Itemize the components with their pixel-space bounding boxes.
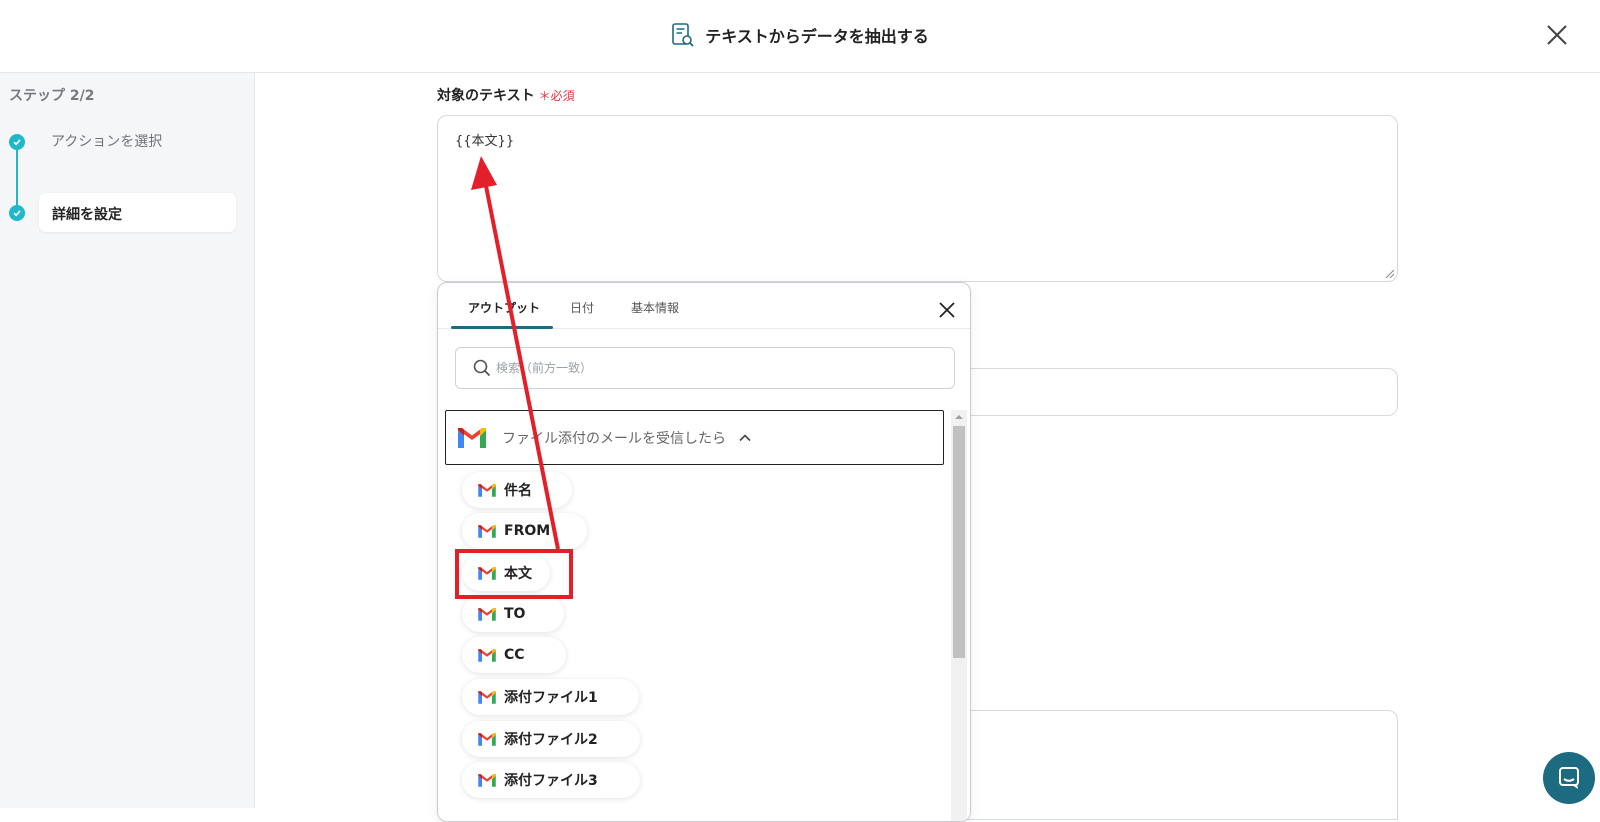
output-item-label: 添付ファイル1	[504, 690, 598, 706]
step-configure-details[interactable]: 詳細を設定	[52, 204, 122, 224]
output-item-chip[interactable]: FROM	[462, 513, 587, 549]
search-box[interactable]	[455, 347, 955, 389]
target-text-textarea[interactable]: {{本文}}	[437, 115, 1398, 282]
annotation-highlight-box	[455, 549, 573, 599]
gmail-icon	[478, 732, 496, 746]
scroll-up-arrow-icon[interactable]	[954, 412, 964, 422]
output-item-label: FROM	[504, 523, 551, 539]
output-item-label: 添付ファイル2	[504, 732, 598, 748]
step-count: ステップ 2/2	[9, 88, 95, 104]
resize-grip-icon[interactable]	[1384, 268, 1394, 278]
output-item-chip[interactable]: 添付ファイル3	[462, 762, 640, 798]
output-group-label: ファイル添付のメールを受信したら	[502, 430, 726, 447]
search-input[interactable]	[496, 349, 936, 387]
gmail-icon	[478, 524, 496, 538]
modal-header: テキストからデータを抽出する	[0, 0, 1600, 73]
search-icon	[473, 359, 491, 377]
output-item-chip[interactable]: 添付ファイル2	[462, 721, 640, 757]
output-group-header[interactable]: ファイル添付のメールを受信したら	[445, 410, 944, 465]
close-icon[interactable]	[1544, 22, 1570, 48]
output-item-chip[interactable]: 添付ファイル1	[462, 679, 639, 715]
active-tab-indicator	[451, 326, 553, 329]
gmail-icon	[478, 607, 496, 621]
step-done-check-icon	[9, 134, 25, 150]
step-current-check-icon	[9, 205, 25, 221]
popup-tabs: アウトプット 日付 基本情報	[438, 283, 970, 329]
output-item-label: 添付ファイル3	[504, 773, 598, 789]
target-text-value: {{本文}}	[455, 134, 515, 149]
required-mark: ＊必須	[538, 89, 575, 103]
gmail-icon	[478, 648, 496, 662]
background-textarea-field[interactable]	[940, 710, 1398, 820]
output-item-label: 件名	[504, 483, 532, 499]
output-item-chip[interactable]: TO	[462, 596, 564, 632]
gmail-icon	[458, 427, 486, 448]
gmail-icon	[478, 483, 496, 497]
chat-icon	[1559, 767, 1579, 789]
output-item-label: CC	[504, 647, 525, 663]
step-select-action[interactable]: アクションを選択	[51, 131, 162, 151]
output-item-chip[interactable]: 件名	[462, 472, 572, 508]
tab-output[interactable]: アウトプット	[468, 299, 540, 316]
background-input-field[interactable]	[940, 368, 1398, 416]
output-item-chip[interactable]: CC	[462, 637, 566, 673]
close-icon[interactable]	[937, 300, 957, 320]
gmail-icon	[478, 773, 496, 787]
modal-title: テキストからデータを抽出する	[0, 22, 1600, 48]
tab-basic-info[interactable]: 基本情報	[631, 299, 679, 316]
modal-title-text: テキストからデータを抽出する	[705, 27, 929, 46]
step-connector	[16, 143, 18, 211]
chevron-up-icon[interactable]	[738, 431, 752, 445]
target-text-label-text: 対象のテキスト	[437, 88, 535, 104]
target-text-label: 対象のテキスト ＊必須	[437, 85, 575, 105]
document-search-icon	[672, 23, 694, 47]
chat-support-button[interactable]	[1543, 752, 1595, 804]
gmail-icon	[478, 690, 496, 704]
scrollbar-thumb[interactable]	[953, 426, 965, 658]
tab-date[interactable]: 日付	[570, 299, 594, 316]
step-sidebar: ステップ 2/2 アクションを選択 詳細を設定	[0, 73, 255, 808]
output-item-label: TO	[504, 606, 526, 622]
